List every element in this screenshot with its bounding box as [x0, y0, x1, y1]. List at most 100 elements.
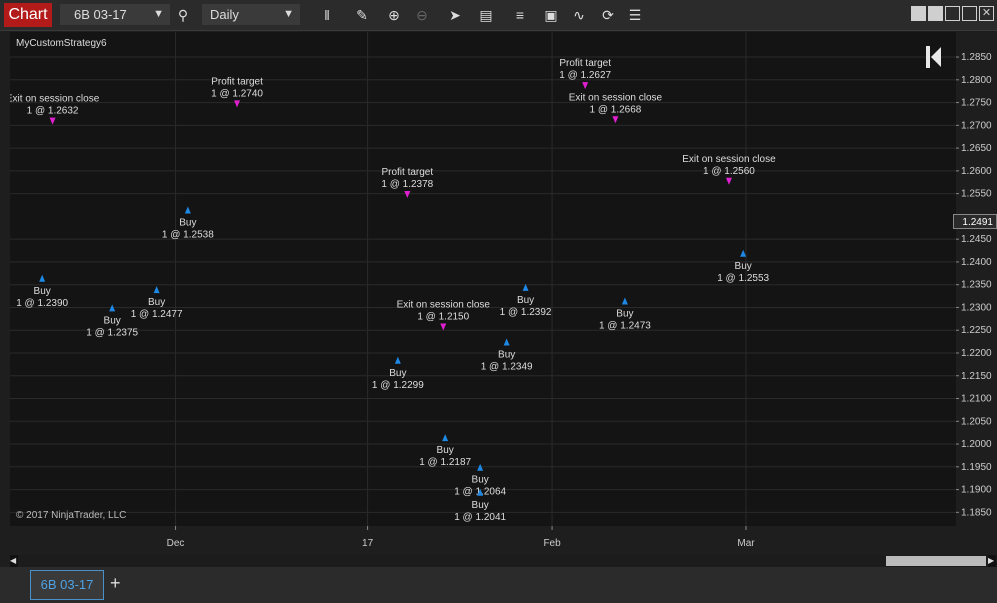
chevron-down-icon: ▼: [283, 8, 294, 20]
scrollbar-thumb[interactable]: [886, 556, 986, 566]
marker-price-label: 1 @ 1.2560: [703, 166, 755, 177]
instrument-value: 6B 03-17: [74, 7, 127, 22]
data-box-icon[interactable]: ▤: [476, 5, 496, 25]
marker-type-label: Profit target: [211, 76, 263, 87]
marker-price-label: 1 @ 1.2538: [162, 230, 214, 241]
price-tick-label: 1.2100: [961, 394, 992, 405]
marker-type-label: Buy: [616, 309, 633, 320]
marker-price-label: 1 @ 1.2378: [381, 179, 433, 190]
marker-type-label: Buy: [148, 297, 165, 308]
buy-marker[interactable]: Buy1 @ 1.2553: [717, 249, 770, 284]
exit-marker[interactable]: Exit on session close1 @ 1.2632: [10, 94, 100, 125]
marker-price-label: 1 @ 1.2150: [417, 311, 469, 322]
zoom-out-icon[interactable]: ⊖: [412, 5, 432, 25]
strategies-icon[interactable]: ▣: [541, 5, 561, 25]
price-tick-label: 1.2050: [961, 416, 992, 427]
marker-type-label: Buy: [104, 315, 121, 326]
time-axis-canvas: Dec 17 Feb Mar: [167, 526, 755, 549]
buy-arrow-icon: [503, 338, 510, 346]
price-tick-label: 1.2200: [961, 348, 992, 359]
buy-marker[interactable]: Buy1 @ 1.2473: [599, 297, 651, 332]
marker-price-label: 1 @ 1.2477: [131, 309, 183, 320]
indicators-icon[interactable]: ≡: [510, 5, 530, 25]
price-tick-label: 1.1950: [961, 462, 992, 473]
buy-arrow-icon: [621, 297, 628, 305]
price-tick-label: 1.2700: [961, 120, 992, 131]
marker-price-label: 1 @ 1.2187: [419, 457, 471, 468]
price-axis[interactable]: 1.2850 1.2800 1.2750 1.2700 1.2650 1.2600 1.25…: [956, 32, 997, 526]
scroll-right-icon[interactable]: ▶: [988, 555, 996, 567]
maximize-icon[interactable]: [962, 6, 977, 21]
chart-canvas: Profit target1 @ 1.2740Exit on session c…: [10, 32, 956, 526]
period-selector[interactable]: Daily ▼: [202, 4, 300, 25]
pointer-icon[interactable]: ➤: [445, 5, 465, 25]
buy-marker[interactable]: Buy1 @ 1.2299: [372, 356, 424, 391]
exit-marker[interactable]: Exit on session close1 @ 1.2150: [397, 299, 491, 331]
price-tick-label: 1.2450: [961, 234, 992, 245]
marker-price-label: 1 @ 1.2627: [559, 70, 611, 81]
price-tick-label: 1.2250: [961, 325, 992, 336]
buy-marker[interactable]: Buy1 @ 1.2390: [16, 274, 69, 309]
pencil-icon[interactable]: ✎: [352, 5, 372, 25]
exit-marker[interactable]: Exit on session close1 @ 1.2560: [682, 154, 776, 185]
price-axis-canvas: 1.2850 1.2800 1.2750 1.2700 1.2650 1.2600 1.25…: [956, 52, 992, 518]
exit-arrow-icon: [612, 116, 619, 124]
exit-arrow-icon: [582, 82, 589, 90]
marker-type-label: Buy: [389, 368, 406, 379]
marker-type-label: Buy: [179, 218, 196, 229]
close-icon[interactable]: ✕: [979, 6, 994, 21]
marker-price-label: 1 @ 1.2553: [717, 273, 769, 284]
chart-tab[interactable]: Chart: [4, 3, 52, 27]
marker-type-label: Profit target: [381, 167, 433, 178]
exit-arrow-icon: [404, 190, 411, 198]
bars-type-icon[interactable]: ‖: [317, 5, 337, 25]
exit-arrow-icon: [49, 117, 56, 125]
drawing-tools-icon[interactable]: ∿: [569, 5, 589, 25]
buy-marker[interactable]: Buy1 @ 1.2392: [500, 283, 552, 318]
horizontal-scrollbar[interactable]: ◀ ▶: [10, 555, 997, 567]
marker-type-label: Exit on session close: [10, 94, 100, 105]
buy-arrow-icon: [184, 206, 191, 214]
buy-arrow-icon: [39, 274, 46, 282]
marker-type-label: Profit target: [559, 58, 611, 69]
strategy-label: MyCustomStrategy6: [16, 38, 107, 49]
refresh-icon[interactable]: ⟳: [598, 5, 618, 25]
tab-bar: [0, 567, 997, 603]
layout-icon[interactable]: [928, 6, 943, 21]
search-icon[interactable]: ⚲: [173, 5, 193, 25]
buy-marker[interactable]: Buy1 @ 1.2538: [162, 206, 214, 241]
chart-toolbar: Chart 6B 03-17 ▼ ⚲ Daily ▼ ‖ ✎ ⊕ ⊖ ➤ ▤ ≡…: [0, 0, 997, 31]
instrument-selector[interactable]: 6B 03-17 ▼: [60, 4, 170, 25]
marker-price-label: 1 @ 1.2632: [27, 106, 79, 117]
exit-marker[interactable]: Profit target1 @ 1.2627: [559, 58, 612, 90]
last-price-marker: 1.2491: [953, 214, 997, 229]
price-tick-label: 1.2850: [961, 52, 992, 63]
add-tab-button[interactable]: +: [110, 573, 121, 594]
layout-icon[interactable]: [911, 6, 926, 21]
exit-arrow-icon: [234, 100, 241, 108]
time-tick-label: Dec: [167, 538, 185, 549]
marker-price-label: 1 @ 1.2349: [481, 362, 533, 373]
properties-icon[interactable]: ☰: [625, 5, 645, 25]
marker-type-label: Buy: [735, 261, 752, 272]
buy-arrow-icon: [153, 286, 160, 294]
buy-marker[interactable]: Buy1 @ 1.2187: [419, 434, 472, 468]
scroll-left-icon[interactable]: ◀: [10, 555, 18, 567]
instrument-tab[interactable]: 6B 03-17: [30, 570, 104, 600]
buy-arrow-icon: [740, 249, 747, 257]
chart-plot-area[interactable]: Profit target 1 @ 1.2740 Exit on session c…: [10, 32, 956, 526]
marker-price-label: 1 @ 1.2740: [211, 88, 263, 99]
copyright-text: © 2017 NinjaTrader, LLC: [16, 510, 127, 521]
minimize-icon[interactable]: [945, 6, 960, 21]
price-tick-label: 1.2800: [961, 75, 992, 86]
buy-marker[interactable]: Buy1 @ 1.2349: [481, 338, 533, 373]
exit-marker[interactable]: Exit on session close1 @ 1.2668: [569, 92, 663, 124]
time-axis[interactable]: Dec 17 Feb Mar: [0, 526, 997, 554]
price-tick-label: 1.2350: [961, 280, 992, 291]
marker-price-label: 1 @ 1.2473: [599, 321, 651, 332]
zoom-in-icon[interactable]: ⊕: [384, 5, 404, 25]
time-tick-label: Feb: [543, 538, 561, 549]
price-tick-label: 1.2400: [961, 257, 992, 268]
exit-arrow-icon: [725, 177, 732, 185]
price-tick-label: 1.2000: [961, 439, 992, 450]
